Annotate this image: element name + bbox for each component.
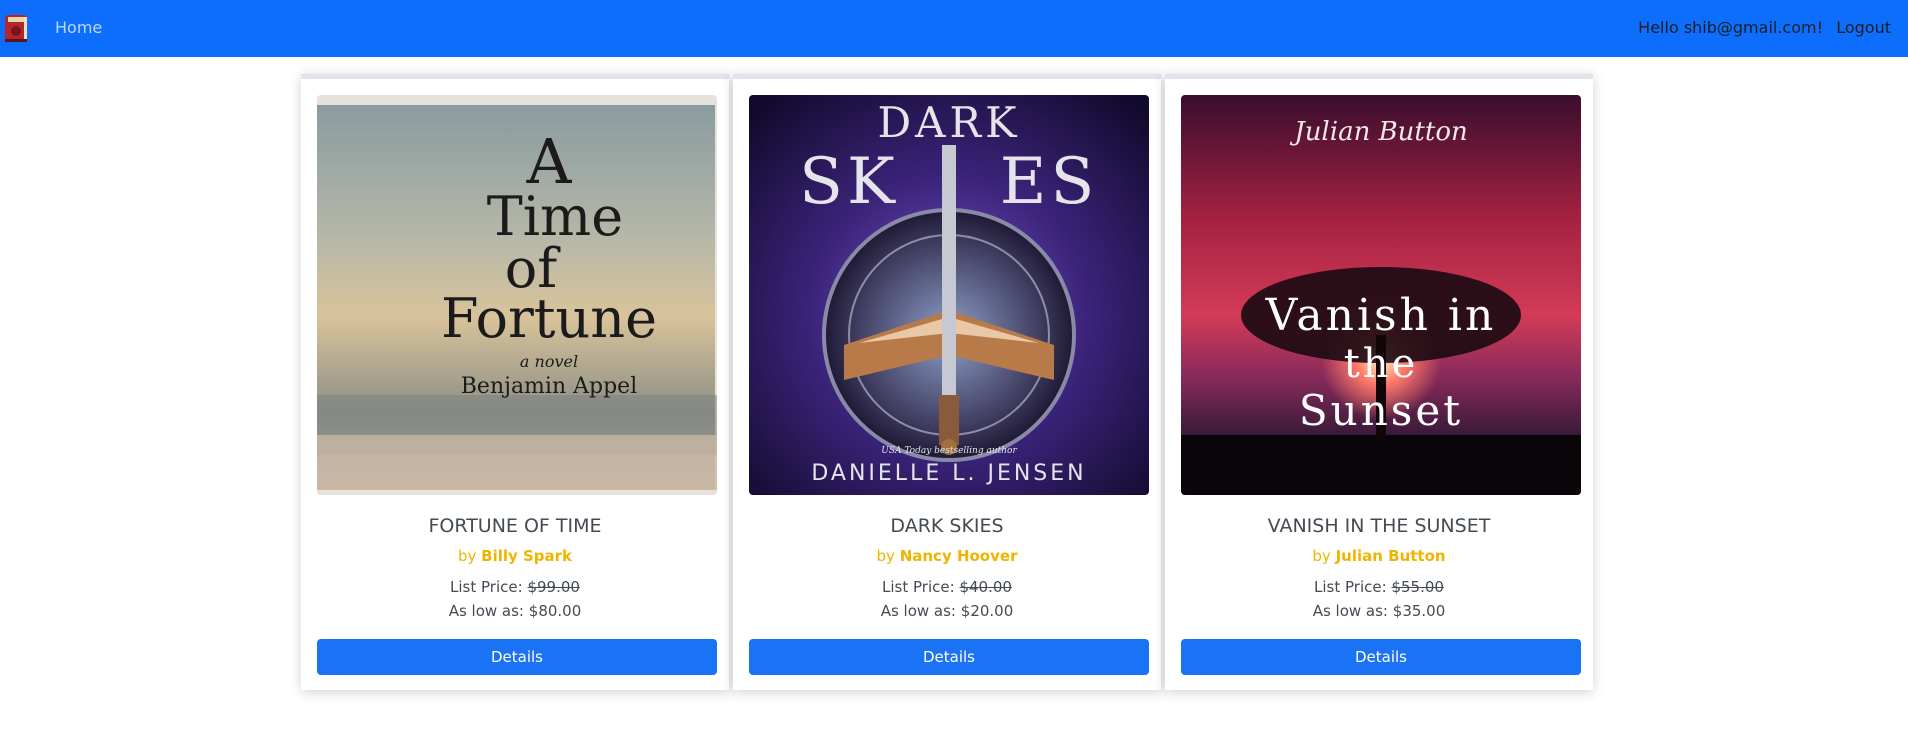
svg-text:DARK: DARK bbox=[877, 98, 1020, 147]
author-prefix: by bbox=[457, 547, 477, 565]
list-price: List Price: $40.00 bbox=[733, 578, 1161, 596]
list-price-label: List Price: bbox=[882, 578, 955, 596]
details-button[interactable]: Details bbox=[749, 639, 1149, 675]
book-author: by Nancy Hoover bbox=[733, 547, 1161, 565]
author-name: Julian Button bbox=[1335, 547, 1446, 565]
user-greeting: Hello shib@gmail.com! bbox=[1638, 18, 1823, 37]
author-name: Billy Spark bbox=[481, 547, 573, 565]
list-price-label: List Price: bbox=[450, 578, 523, 596]
svg-text:Julian Button: Julian Button bbox=[1289, 117, 1467, 147]
book-author: by Billy Spark bbox=[301, 547, 729, 565]
low-price: As low as: $20.00 bbox=[733, 602, 1161, 620]
svg-text:the: the bbox=[1344, 341, 1419, 387]
low-price: As low as: $35.00 bbox=[1165, 602, 1593, 620]
book-cover-image[interactable]: A Time of Fortune a novel Benjamin Appel bbox=[317, 95, 717, 495]
low-price-label: As low as: bbox=[880, 602, 956, 620]
svg-text:Benjamin Appel: Benjamin Appel bbox=[461, 374, 637, 399]
low-price-value: $35.00 bbox=[1392, 602, 1446, 620]
list-price-label: List Price: bbox=[1314, 578, 1387, 596]
list-price-value: $40.00 bbox=[959, 578, 1012, 596]
details-button[interactable]: Details bbox=[317, 639, 717, 675]
book-author: by Julian Button bbox=[1165, 547, 1593, 565]
svg-text:DANIELLE L. JENSEN: DANIELLE L. JENSEN bbox=[811, 461, 1086, 486]
list-price: List Price: $55.00 bbox=[1165, 578, 1593, 596]
list-price: List Price: $99.00 bbox=[301, 578, 729, 596]
logout-link[interactable]: Logout bbox=[1836, 18, 1891, 37]
book-icon[interactable] bbox=[2, 12, 32, 44]
list-price-value: $99.00 bbox=[527, 578, 580, 596]
book-title: FORTUNE OF TIME bbox=[428, 515, 602, 537]
book-card: Julian Button Vanish in the Sunset VANIS… bbox=[1165, 74, 1593, 690]
book-cover-image[interactable]: DARK SK ES USA Today bestselling author … bbox=[749, 95, 1149, 495]
svg-text:SK: SK bbox=[799, 145, 899, 219]
top-navbar: Home Hello shib@gmail.com! Logout bbox=[0, 0, 1908, 57]
author-prefix: by bbox=[1312, 547, 1331, 565]
low-price-label: As low as: bbox=[1312, 602, 1388, 620]
low-price: As low as: $80.00 bbox=[301, 602, 729, 620]
svg-text:USA Today bestselling author: USA Today bestselling author bbox=[881, 446, 1017, 456]
book-card: A Time of Fortune a novel Benjamin Appel… bbox=[301, 74, 729, 690]
nav-home-link[interactable]: Home bbox=[55, 18, 102, 37]
author-name: Nancy Hoover bbox=[899, 547, 1018, 565]
svg-text:Sunset: Sunset bbox=[1299, 386, 1463, 435]
book-cover-image[interactable]: Julian Button Vanish in the Sunset bbox=[1181, 95, 1581, 495]
book-title: VANISH IN THE SUNSET bbox=[1267, 515, 1491, 537]
svg-text:Fortune: Fortune bbox=[441, 287, 657, 350]
book-title: DARK SKIES bbox=[890, 515, 1004, 537]
low-price-label: As low as: bbox=[448, 602, 524, 620]
svg-text:a novel: a novel bbox=[520, 352, 578, 371]
author-prefix: by bbox=[876, 547, 895, 565]
details-button[interactable]: Details bbox=[1181, 639, 1581, 675]
low-price-value: $20.00 bbox=[960, 602, 1014, 620]
book-card: DARK SK ES USA Today bestselling author … bbox=[733, 74, 1161, 690]
low-price-value: $80.00 bbox=[528, 602, 582, 620]
svg-text:Vanish in: Vanish in bbox=[1265, 290, 1497, 341]
list-price-value: $55.00 bbox=[1391, 578, 1444, 596]
svg-text:ES: ES bbox=[1000, 145, 1099, 219]
